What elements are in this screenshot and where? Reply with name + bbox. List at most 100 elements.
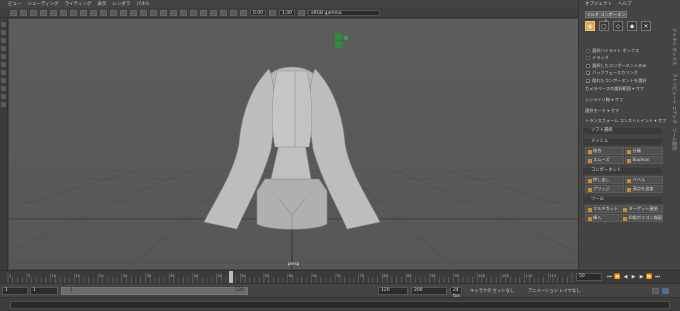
transform-constraint-row[interactable]: トランスフォーム コンストレイント ▾ オフ xyxy=(585,118,666,125)
playback-end-field[interactable]: 120 xyxy=(378,287,408,295)
checkbox-icon[interactable] xyxy=(586,63,590,68)
select-tool-icon[interactable] xyxy=(1,22,6,27)
gate-mask-icon[interactable] xyxy=(80,9,87,16)
auto-key-icon[interactable] xyxy=(662,288,669,294)
ambient-occlusion-icon[interactable] xyxy=(170,9,177,16)
bridge-button[interactable]: ブリッジ xyxy=(585,185,624,193)
multi-component-button[interactable]: マルチ コンポーネント xyxy=(585,11,627,23)
section-component[interactable]: コンポーネント xyxy=(583,168,662,174)
play-icon[interactable]: ▶ xyxy=(630,273,637,281)
section-soft-select[interactable]: ソフト選択 xyxy=(583,128,662,134)
menu-shading[interactable]: シェーディング xyxy=(28,1,59,7)
perspective-viewport[interactable]: persp xyxy=(9,19,578,269)
current-frame-field[interactable]: 50 xyxy=(576,273,602,281)
boolean-button[interactable]: Boolean xyxy=(624,156,663,164)
step-forward-icon[interactable]: ▶ xyxy=(638,273,645,281)
combine-button[interactable]: 結合 xyxy=(585,147,624,155)
camera-based-row[interactable]: カメラベースの選択範囲 ▾ オフ xyxy=(585,86,661,93)
antialias-icon[interactable] xyxy=(190,9,197,16)
range-slider[interactable]: 1 120 xyxy=(61,287,248,295)
bevel-button[interactable]: ベベル xyxy=(624,176,663,184)
tab-channel-box[interactable]: チャネル ボックス xyxy=(671,28,677,65)
camera-icon[interactable] xyxy=(10,9,17,16)
playback-start-field[interactable]: 1 xyxy=(30,287,58,295)
close-icon[interactable]: ✕ xyxy=(641,21,651,31)
face-mode-icon[interactable]: ▢ xyxy=(599,21,609,31)
object-mode-icon[interactable]: ▣ xyxy=(585,21,595,31)
tab-help[interactable]: ヘルプ xyxy=(618,1,632,7)
current-frame-marker[interactable] xyxy=(229,271,233,283)
option-row[interactable]: ✓ 隠れたコンポーネントを選択 xyxy=(586,77,664,85)
select-mode-row[interactable]: 選択モード ▾ オフ xyxy=(585,108,661,115)
outliner-layout-icon[interactable] xyxy=(1,94,6,99)
film-gate-icon[interactable] xyxy=(60,9,67,16)
add-vertex-button[interactable]: 頂点を追加 xyxy=(624,185,663,193)
smooth-button[interactable]: スムーズ xyxy=(585,156,624,164)
quad-draw-button[interactable]: 四角ポリゴン描画 xyxy=(620,214,663,222)
xray-icon[interactable] xyxy=(210,9,217,16)
colorspace-dropdown[interactable]: sRGB gamma xyxy=(308,9,380,16)
option-row[interactable]: 選択ハイライト ボックス xyxy=(586,47,664,55)
option-row[interactable]: ✓ バックフェースカリング xyxy=(586,70,664,78)
menu-lighting[interactable]: ライティング xyxy=(65,1,92,7)
safe-action-icon[interactable] xyxy=(100,9,107,16)
step-back-icon[interactable]: ◀ xyxy=(622,273,629,281)
wireframe-icon[interactable] xyxy=(120,9,127,16)
radio-icon[interactable] xyxy=(586,56,590,61)
menu-panels[interactable]: パネル xyxy=(136,1,150,7)
paint-select-icon[interactable] xyxy=(1,38,6,43)
motion-blur-icon[interactable] xyxy=(180,9,187,16)
lasso-tool-icon[interactable] xyxy=(1,30,6,35)
separate-button[interactable]: 分離 xyxy=(624,147,663,155)
anim-layer-label[interactable]: アニメーション レイヤなし xyxy=(528,288,581,294)
symmetry-row[interactable]: シンメトリ軸 ▾ オフ xyxy=(585,97,661,104)
insert-loop-button[interactable]: 挿入 xyxy=(585,214,620,222)
layout-two-icon[interactable] xyxy=(1,86,6,91)
lock-icon[interactable] xyxy=(20,9,27,16)
anim-start-field[interactable]: 1 xyxy=(2,287,28,295)
move-tool-icon[interactable] xyxy=(1,46,6,51)
tab-attribute-editor[interactable]: アトリビュート エディタ xyxy=(671,73,677,124)
layout-four-icon[interactable] xyxy=(1,78,6,83)
gamma-field[interactable]: 1.00 xyxy=(279,9,295,16)
go-to-start-icon[interactable]: ⏮ xyxy=(606,273,613,281)
vertex-mode-icon[interactable]: ◇ xyxy=(613,21,623,31)
command-input[interactable] xyxy=(10,301,670,309)
step-back-key-icon[interactable]: ⏪ xyxy=(614,273,621,281)
character-set-label[interactable]: キャラクタ セットなし xyxy=(470,288,514,294)
time-slider[interactable]: 1 5 10 15 20 25 30 35 40 45 50 55 60 65 70 75 80 85 90 95 10… xyxy=(0,270,680,283)
target-weld-button[interactable]: ターゲット連結 xyxy=(620,205,663,213)
image-plane-icon[interactable] xyxy=(40,9,47,16)
checkbox-icon[interactable]: ✓ xyxy=(586,71,590,76)
tab-object[interactable]: オブジェクト xyxy=(585,1,612,7)
view-cube-icon[interactable] xyxy=(335,33,348,48)
fps-dropdown[interactable]: 24 fps xyxy=(450,287,462,299)
textured-icon[interactable] xyxy=(140,9,147,16)
resolution-gate-icon[interactable] xyxy=(70,9,77,16)
layout-persp-graph-icon[interactable] xyxy=(1,102,6,107)
go-to-end-icon[interactable]: ⏭ xyxy=(654,273,661,281)
exposure-field[interactable]: 0.00 xyxy=(250,9,266,16)
section-tool[interactable]: ツール xyxy=(583,197,662,203)
multicut-button[interactable]: マルチカット xyxy=(585,205,620,213)
shadows-icon[interactable] xyxy=(160,9,167,16)
key-icon[interactable] xyxy=(652,288,659,294)
grid-icon[interactable] xyxy=(50,9,57,16)
menu-renderer[interactable]: レンダラ xyxy=(112,1,130,7)
xray-joints-icon[interactable] xyxy=(220,9,227,16)
rotate-tool-icon[interactable] xyxy=(1,54,6,59)
bookmark-icon[interactable] xyxy=(30,9,37,16)
backface-icon[interactable] xyxy=(230,9,237,16)
menu-view[interactable]: ビュー xyxy=(8,1,22,7)
safe-title-icon[interactable] xyxy=(110,9,117,16)
uv-mode-icon[interactable]: ◆ xyxy=(627,21,637,31)
checkbox-icon[interactable]: ✓ xyxy=(586,78,590,83)
step-forward-key-icon[interactable]: ⏩ xyxy=(646,273,653,281)
option-row[interactable]: ドラッグ xyxy=(586,55,664,63)
smooth-shade-icon[interactable] xyxy=(130,9,137,16)
scale-tool-icon[interactable] xyxy=(1,62,6,67)
lights-icon[interactable] xyxy=(150,9,157,16)
section-mesh[interactable]: メッシュ xyxy=(583,139,662,145)
radio-icon[interactable] xyxy=(586,48,590,53)
layout-single-icon[interactable] xyxy=(1,70,6,75)
